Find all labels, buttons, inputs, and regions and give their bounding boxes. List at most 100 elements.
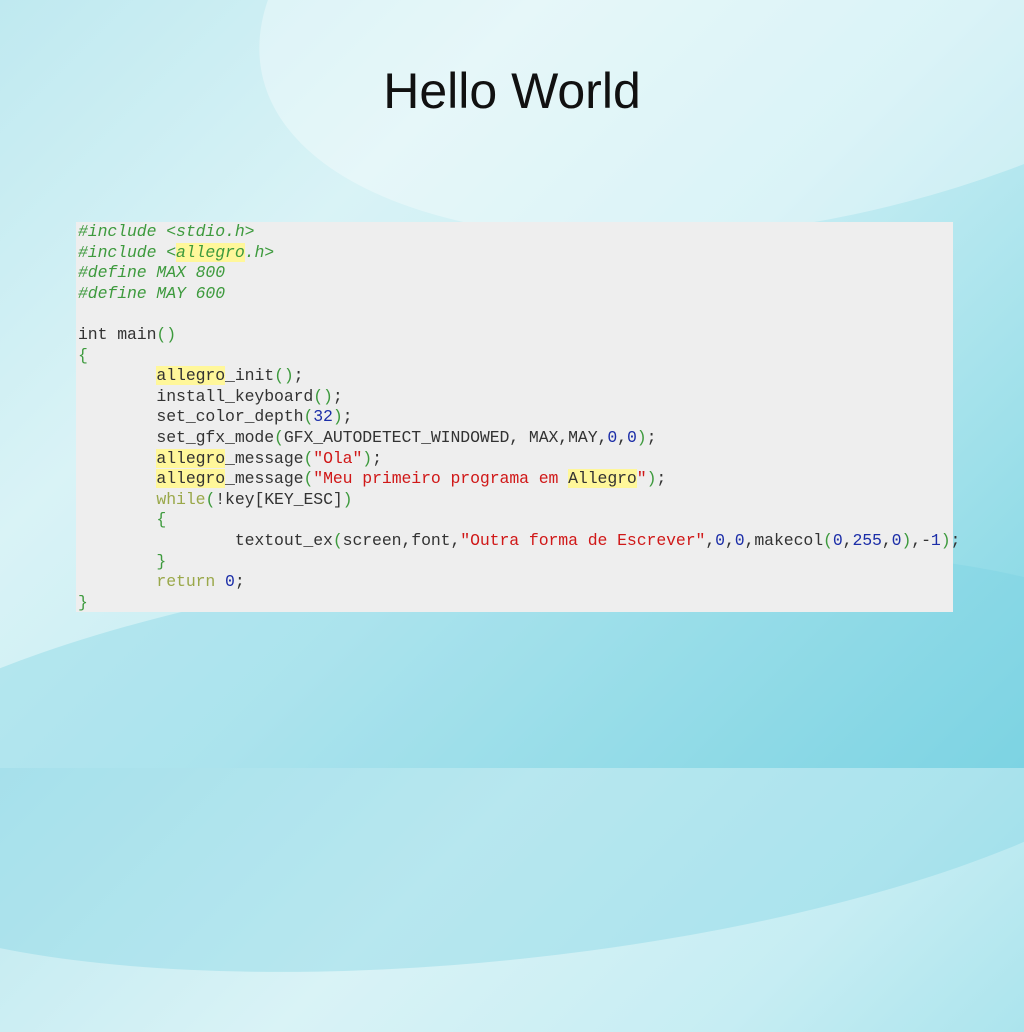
code-token: ": [636, 469, 647, 489]
code-token: "Ola": [313, 448, 363, 468]
code-token: GFX_AUTODETECT_WINDOWED, MAX,MAY,: [283, 427, 608, 447]
code-token: 0: [225, 572, 235, 592]
code-token: (: [274, 427, 284, 447]
code-token: ;: [372, 448, 382, 468]
code-token: (): [274, 366, 294, 386]
code-line: install_keyboard();: [78, 387, 960, 408]
code-panel: #include <stdio.h> #include <allegro.h> #d…: [76, 222, 960, 612]
code-token: _message: [225, 448, 304, 468]
code-line: return 0;: [78, 572, 960, 593]
code-token: 0: [832, 530, 843, 550]
code-token: (): [156, 324, 177, 344]
code-token: while: [156, 489, 206, 509]
code-token: ,-: [911, 530, 931, 550]
code-block: #include <stdio.h> #include <allegro.h> #d…: [78, 222, 960, 613]
code-token: (: [303, 407, 314, 427]
code-token: set_color_depth: [78, 407, 304, 427]
code-token: ;: [293, 366, 304, 386]
code-token: int main: [78, 324, 157, 344]
code-token: _init: [225, 366, 275, 386]
code-line: set_gfx_mode(GFX_AUTODETECT_WINDOWED, MA…: [78, 428, 960, 449]
code-token: textout_ex: [78, 530, 333, 550]
code-token: #define MAX 800: [78, 263, 226, 283]
code-token: }: [156, 551, 167, 571]
code-token: #define MAY 600: [78, 283, 226, 303]
code-token: ;: [950, 530, 961, 550]
code-token: (: [303, 448, 314, 468]
code-line: }: [78, 552, 960, 573]
code-token: allegro: [156, 448, 226, 468]
code-token: ): [332, 407, 343, 427]
code-line: {: [78, 346, 960, 367]
code-line: set_color_depth(32);: [78, 407, 960, 428]
code-token: ): [362, 448, 373, 468]
code-token: 0: [715, 530, 725, 550]
code-line: {: [78, 510, 960, 531]
code-line: }: [78, 593, 960, 614]
code-token: (: [303, 469, 314, 489]
code-token: 0: [891, 530, 902, 550]
code-token: 0: [607, 427, 618, 447]
code-token: Allegro: [568, 469, 637, 489]
code-token: ,: [617, 427, 627, 447]
code-token: 0: [626, 427, 637, 447]
code-token: ,makecol: [744, 530, 824, 550]
code-line: #include <allegro.h>: [78, 242, 960, 264]
code-token: ;: [646, 427, 657, 447]
code-line: allegro_init();: [78, 366, 960, 387]
code-token: (: [332, 530, 343, 550]
code-token: (): [313, 386, 333, 406]
code-token: "Meu primeiro programa em: [313, 469, 569, 489]
code-token: set_gfx_mode: [78, 427, 275, 447]
code-line: int main(): [78, 325, 960, 346]
code-line: while(!key[KEY_ESC]): [78, 490, 960, 511]
code-token: ,: [842, 530, 853, 550]
code-token: #include <stdio.h>: [78, 222, 255, 241]
code-token: #include <: [78, 242, 177, 262]
code-token: }: [78, 592, 88, 612]
code-line: #define MAY 600: [78, 284, 960, 305]
code-token: ;: [656, 469, 667, 489]
code-token: allegro: [176, 242, 245, 262]
code-token: ): [646, 469, 657, 489]
code-token: screen,font,: [342, 530, 461, 550]
code-token: {: [78, 345, 88, 365]
code-token: {: [156, 510, 167, 530]
code-token: return: [156, 572, 216, 592]
code-line: allegro_message("Ola");: [78, 448, 960, 470]
code-token: ,: [881, 530, 892, 550]
code-line: allegro_message("Meu primeiro programa e…: [78, 469, 960, 490]
code-token: install_keyboard: [78, 386, 314, 406]
code-token: ): [940, 530, 951, 550]
slide-title: Hello World: [383, 63, 641, 119]
code-line: #define MAX 800: [78, 263, 960, 284]
code-token: ): [901, 530, 912, 550]
code-token: ,: [705, 530, 716, 550]
code-token: ): [636, 427, 647, 447]
code-token: 1: [930, 530, 941, 550]
code-token: 0: [734, 530, 745, 550]
code-line: textout_ex(screen,font,"Outra forma de E…: [78, 530, 961, 552]
code-token: 255: [852, 530, 882, 550]
code-token: allegro: [156, 469, 226, 489]
code-token: _message: [225, 469, 304, 489]
code-token: ): [342, 489, 353, 509]
code-token: ;: [332, 386, 343, 406]
code-token: 32: [313, 407, 333, 427]
code-token: (: [823, 530, 833, 550]
code-token: ;: [342, 407, 353, 427]
code-token: !key[KEY_ESC]: [215, 489, 343, 509]
code-token: ;: [234, 572, 245, 592]
code-token: .h>: [244, 242, 275, 262]
code-token: ,: [724, 530, 735, 550]
code-token: allegro: [156, 366, 226, 386]
